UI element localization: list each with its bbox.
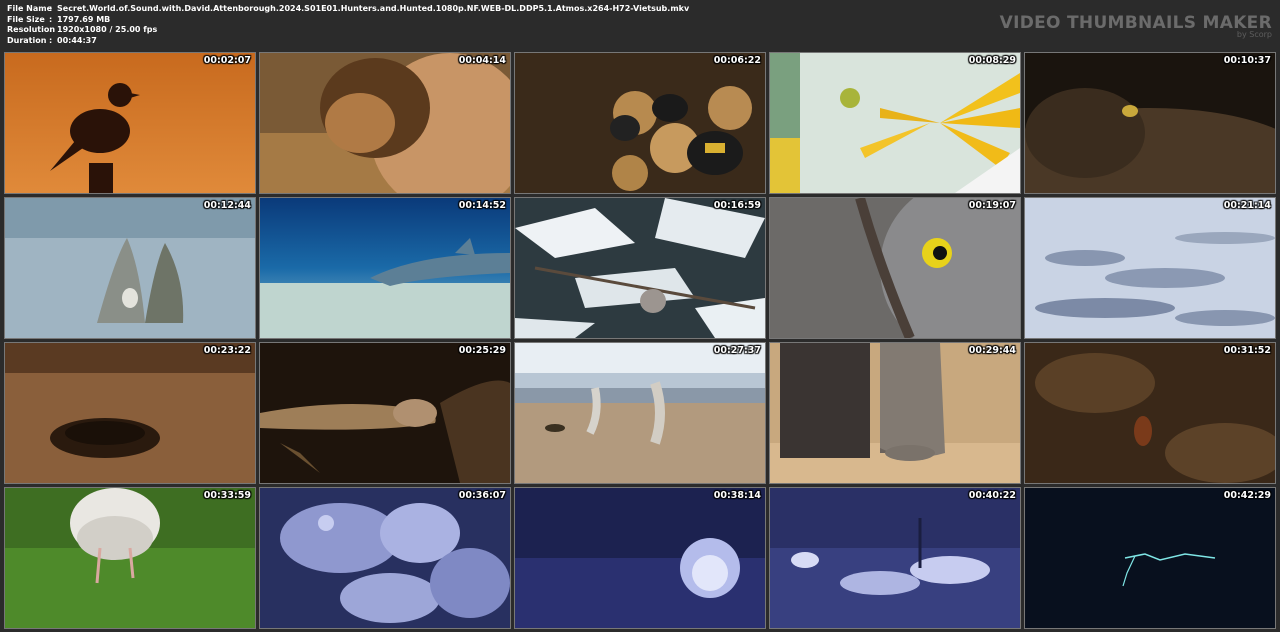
thumbnail[interactable]: 00:27:37 bbox=[514, 342, 766, 484]
timestamp: 00:27:37 bbox=[713, 345, 761, 356]
thumbnail-image bbox=[770, 198, 1020, 338]
timestamp: 00:31:52 bbox=[1223, 345, 1271, 356]
thumbnail-image bbox=[1025, 343, 1275, 483]
thumbnail-image bbox=[515, 488, 765, 628]
separator: : bbox=[49, 25, 53, 34]
thumbnail-image bbox=[260, 53, 510, 193]
timestamp: 00:33:59 bbox=[203, 490, 251, 501]
thumbnail-image bbox=[770, 343, 1020, 483]
thumbnail-grid: 00:02:07 00:04:14 00:06:22 00:08:29 00:1… bbox=[4, 52, 1276, 629]
thumbnail[interactable]: 00:25:29 bbox=[259, 342, 511, 484]
timestamp: 00:14:52 bbox=[458, 200, 506, 211]
thumbnail-image bbox=[1025, 53, 1275, 193]
thumbnail-image bbox=[770, 488, 1020, 628]
file-size-row: File Size : 1797.69 MB bbox=[7, 15, 689, 26]
timestamp: 00:38:14 bbox=[713, 490, 761, 501]
file-size-label: File Size bbox=[7, 14, 45, 24]
duration-row: Duration : 00:44:37 bbox=[7, 36, 689, 47]
thumbnail[interactable]: 00:21:14 bbox=[1024, 197, 1276, 339]
separator: : bbox=[49, 35, 53, 45]
timestamp: 00:06:22 bbox=[713, 55, 761, 66]
thumbnail-image bbox=[515, 343, 765, 483]
timestamp: 00:40:22 bbox=[968, 490, 1016, 501]
timestamp: 00:21:14 bbox=[1223, 200, 1271, 211]
thumbnail-image bbox=[1025, 198, 1275, 338]
thumbnail-image bbox=[770, 53, 1020, 193]
thumbnail-image bbox=[260, 198, 510, 338]
thumbnail[interactable]: 00:04:14 bbox=[259, 52, 511, 194]
thumbnail[interactable]: 00:16:59 bbox=[514, 197, 766, 339]
brand-watermark: VIDEO THUMBNAILS MAKER by Scorp bbox=[1000, 13, 1272, 39]
thumbnail[interactable]: 00:33:59 bbox=[4, 487, 256, 629]
timestamp: 00:36:07 bbox=[458, 490, 506, 501]
header-bar: File Name : Secret.World.of.Sound.with.D… bbox=[0, 0, 1280, 50]
timestamp: 00:12:44 bbox=[203, 200, 251, 211]
thumbnail-image bbox=[515, 198, 765, 338]
thumbnail[interactable]: 00:08:29 bbox=[769, 52, 1021, 194]
thumbnail[interactable]: 00:06:22 bbox=[514, 52, 766, 194]
thumbnail-image bbox=[260, 488, 510, 628]
timestamp: 00:02:07 bbox=[203, 55, 251, 66]
thumbnail[interactable]: 00:02:07 bbox=[4, 52, 256, 194]
duration-value: 00:44:37 bbox=[57, 35, 97, 45]
thumbnail[interactable]: 00:14:52 bbox=[259, 197, 511, 339]
thumbnail[interactable]: 00:10:37 bbox=[1024, 52, 1276, 194]
thumbnail-image bbox=[260, 343, 510, 483]
resolution-value: 1920x1080 / 25.00 fps bbox=[57, 25, 158, 34]
thumbnail[interactable]: 00:23:22 bbox=[4, 342, 256, 484]
resolution-label: Resolution bbox=[7, 25, 56, 34]
timestamp: 00:23:22 bbox=[203, 345, 251, 356]
separator: : bbox=[49, 4, 53, 13]
thumbnail[interactable]: 00:40:22 bbox=[769, 487, 1021, 629]
thumbnail-image bbox=[1025, 488, 1275, 628]
timestamp: 00:19:07 bbox=[968, 200, 1016, 211]
thumbnail-image bbox=[5, 198, 255, 338]
thumbnail[interactable]: 00:31:52 bbox=[1024, 342, 1276, 484]
thumbnail-image bbox=[5, 343, 255, 483]
file-name-label: File Name bbox=[7, 4, 53, 13]
thumbnail[interactable]: 00:29:44 bbox=[769, 342, 1021, 484]
thumbnail[interactable]: 00:12:44 bbox=[4, 197, 256, 339]
timestamp: 00:16:59 bbox=[713, 200, 761, 211]
resolution-row: Resolution : 1920x1080 / 25.00 fps bbox=[7, 25, 689, 36]
timestamp: 00:25:29 bbox=[458, 345, 506, 356]
thumbnail-image bbox=[515, 53, 765, 193]
thumbnail[interactable]: 00:38:14 bbox=[514, 487, 766, 629]
file-name-row: File Name : Secret.World.of.Sound.with.D… bbox=[7, 4, 689, 15]
timestamp: 00:04:14 bbox=[458, 55, 506, 66]
thumbnail[interactable]: 00:42:29 bbox=[1024, 487, 1276, 629]
thumbnail-image bbox=[5, 488, 255, 628]
file-name-value: Secret.World.of.Sound.with.David.Attenbo… bbox=[57, 4, 690, 13]
timestamp: 00:42:29 bbox=[1223, 490, 1271, 501]
separator: : bbox=[49, 14, 53, 24]
timestamp: 00:29:44 bbox=[968, 345, 1016, 356]
timestamp: 00:08:29 bbox=[968, 55, 1016, 66]
file-size-value: 1797.69 MB bbox=[57, 14, 111, 24]
timestamp: 00:10:37 bbox=[1223, 55, 1271, 66]
thumbnail[interactable]: 00:19:07 bbox=[769, 197, 1021, 339]
brand-title: VIDEO THUMBNAILS MAKER bbox=[999, 13, 1272, 33]
file-info: File Name : Secret.World.of.Sound.with.D… bbox=[7, 4, 689, 46]
thumbnail-image bbox=[5, 53, 255, 193]
thumbnail[interactable]: 00:36:07 bbox=[259, 487, 511, 629]
duration-label: Duration bbox=[7, 35, 47, 45]
